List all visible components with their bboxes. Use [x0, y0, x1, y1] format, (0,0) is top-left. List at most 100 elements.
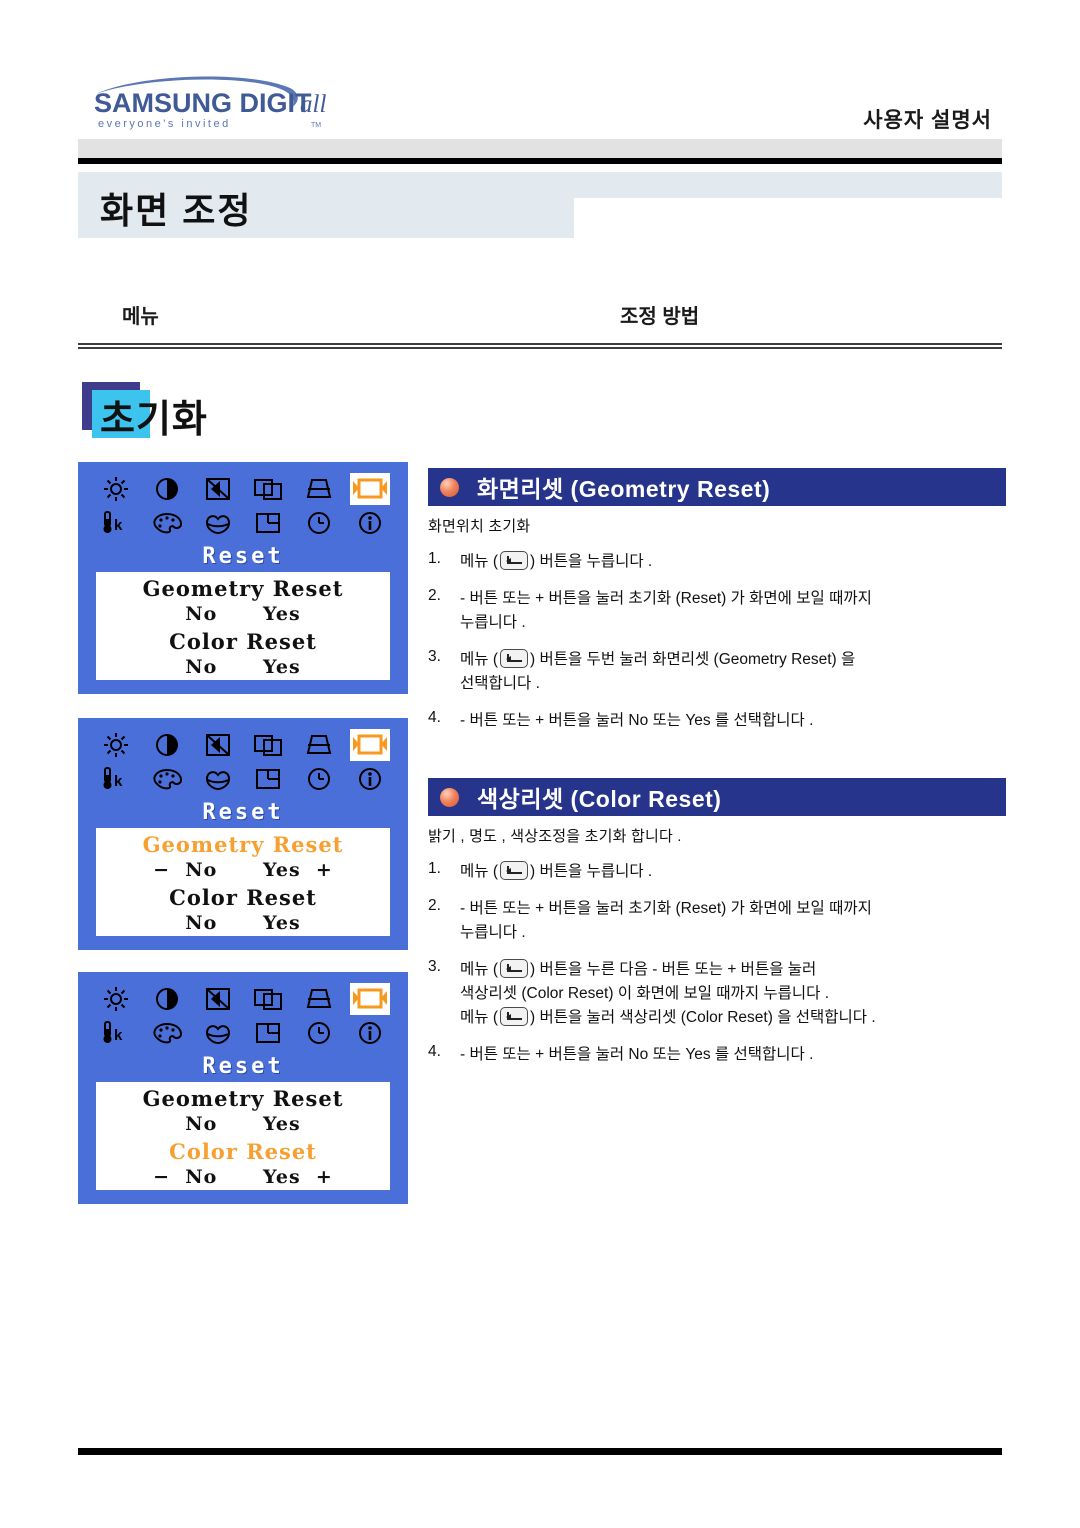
feature-title: 색상리셋 (Color Reset): [477, 786, 722, 812]
osd-screenshot-color-reset-selected: k Reset Geometry Reset No Yes Color Rese…: [78, 972, 408, 1204]
menu-enter-key-icon: [500, 861, 528, 880]
step-text: - 버튼 또는 + 버튼을 눌러 초기화 (Reset) 가 화면에 보일 때까…: [460, 897, 872, 945]
palette-icon: [147, 763, 187, 795]
step-line: 누릅니다 .: [460, 614, 526, 632]
step-text-part: 메뉴 (: [460, 961, 498, 979]
step-item: 3. 메뉴 () 버튼을 누른 다음 - 버튼 또는 + 버튼을 눌러 색상리셋…: [428, 958, 1006, 1030]
step-item: 1. 메뉴 () 버튼을 누릅니다 .: [428, 860, 1006, 884]
step-number: 2.: [428, 897, 441, 915]
reset-icon: [349, 983, 390, 1015]
column-header-menu: 메뉴: [122, 306, 159, 328]
osd-options-color: − No Yes +: [153, 1166, 333, 1188]
osd-panel: Geometry Reset No Yes Color Reset No Yes: [96, 572, 390, 680]
osd-icon-row-1: [96, 982, 390, 1016]
svg-text:TM: TM: [311, 122, 321, 129]
osd-icon-grid: k: [96, 728, 390, 796]
logo-artwork: SAMSUNG DIGIT all everyone's invited TM: [94, 76, 326, 130]
osd-screenshot-reset-menu-default: k Reset Geometry Reset No Yes Color Rese…: [78, 462, 408, 694]
image-size-icon: [248, 763, 288, 795]
menu-enter-key-icon: [500, 551, 528, 570]
svg-text:k: k: [114, 517, 123, 534]
osd-item-color-reset: Color Reset: [169, 629, 317, 654]
osd-menu-title: Reset: [202, 800, 284, 825]
gamma-icon: [198, 1017, 238, 1049]
feature-title-bar: 색상리셋 (Color Reset): [428, 778, 1006, 816]
menu-enter-key-icon: [500, 1007, 528, 1027]
reset-icon: [349, 473, 390, 505]
svg-text:k: k: [114, 1027, 123, 1044]
svg-text:all: all: [300, 91, 326, 118]
osd-icon-row-2: k: [96, 1016, 390, 1050]
contrast-icon: [147, 983, 187, 1015]
position-icon: [248, 729, 288, 761]
section-heading-label: 초기화: [100, 399, 208, 441]
palette-icon: [147, 507, 187, 539]
step-text-part: ) 버튼을 누른 다음 - 버튼 또는 + 버튼을 눌러: [530, 961, 817, 979]
step-item: 4. - 버튼 또는 + 버튼을 눌러 No 또는 Yes 를 선택합니다 .: [428, 1043, 1006, 1067]
rule-line-2: [78, 347, 1002, 349]
osd-timer-icon: [299, 507, 339, 539]
osd-panel: Geometry Reset − No Yes + Color Reset No…: [96, 828, 390, 936]
step-text: 메뉴 ( ) 버튼을 누른 다음 - 버튼 또는 + 버튼을 눌러 색상리셋 (C…: [460, 958, 876, 1030]
steps-list: 1. 메뉴 () 버튼을 누릅니다 . 2. - 버튼 또는 + 버튼을 눌러 …: [428, 860, 1006, 1067]
feature-color-reset: 색상리셋 (Color Reset) 밝기 , 명도 , 색상조정을 초기화 합…: [428, 778, 1006, 1080]
step-line: - 버튼 또는 + 버튼을 눌러 No 또는 Yes 를 선택합니다 .: [460, 1046, 814, 1064]
osd-icon-row-2: k: [96, 762, 390, 796]
step-number: 3.: [428, 648, 441, 666]
step-line: 색상리셋 (Color Reset) 이 화면에 보일 때까지 누릅니다 .: [460, 985, 830, 1003]
feature-geometry-reset: 화면리셋 (Geometry Reset) 화면위치 초기화 1. 메뉴 () …: [428, 468, 1006, 746]
step-text-part: ) 버튼을 누릅니다 .: [530, 863, 653, 880]
manual-title: 사용자 설명서: [863, 109, 992, 132]
step-number: 4.: [428, 709, 441, 727]
osd-screenshot-geometry-reset-selected: k Reset Geometry Reset − No Yes + Color …: [78, 718, 408, 950]
step-item: 2. - 버튼 또는 + 버튼을 눌러 초기화 (Reset) 가 화면에 보일…: [428, 587, 1006, 635]
brightness-icon: [96, 473, 136, 505]
gamma-icon: [198, 507, 238, 539]
header-gray-band: [78, 139, 1002, 158]
osd-item-color-reset: Color Reset: [169, 1139, 317, 1164]
step-number: 4.: [428, 1043, 441, 1061]
gamma-icon: [198, 763, 238, 795]
trapezoid-icon: [299, 729, 339, 761]
osd-timer-icon: [299, 763, 339, 795]
osd-icon-grid: k: [96, 472, 390, 540]
reset-icon: [349, 729, 390, 761]
osd-icon-row-1: [96, 472, 390, 506]
palette-icon: [147, 1017, 187, 1049]
column-header-rule: [78, 343, 1002, 351]
osd-menu-title: Reset: [202, 544, 284, 569]
samsung-digitall-logo: SAMSUNG DIGIT all everyone's invited TM: [78, 72, 378, 132]
footer-black-rule: [78, 1448, 1002, 1455]
feature-subtitle: 밝기 , 명도 , 색상조정을 초기화 합니다 .: [428, 828, 682, 845]
step-text: - 버튼 또는 + 버튼을 눌러 No 또는 Yes 를 선택합니다 .: [460, 709, 813, 733]
osd-item-color-reset: Color Reset: [169, 885, 317, 910]
step-line: 메뉴 ( ) 버튼을 두번 눌러 화면리셋 (Geometry Reset) 을: [460, 649, 856, 669]
feature-subtitle: 화면위치 초기화: [428, 518, 531, 535]
osd-options-geometry: No Yes: [185, 603, 301, 625]
osd-timer-icon: [299, 1017, 339, 1049]
step-number: 2.: [428, 587, 441, 605]
osd-options-geometry: − No Yes +: [153, 859, 333, 881]
step-text: 메뉴 ( ) 버튼을 누릅니다 .: [460, 860, 652, 884]
contrast-icon: [147, 729, 187, 761]
brightness-icon: [96, 983, 136, 1015]
position-icon: [248, 473, 288, 505]
position-icon: [248, 983, 288, 1015]
osd-item-geometry-reset: Geometry Reset: [142, 576, 344, 601]
osd-item-geometry-reset: Geometry Reset: [142, 832, 344, 857]
step-line: - 버튼 또는 + 버튼을 눌러 초기화 (Reset) 가 화면에 보일 때까…: [460, 590, 872, 608]
step-text-part: ) 버튼을 누릅니다 .: [530, 553, 653, 570]
steps-list: 1. 메뉴 ( ) 버튼을 누릅니다 . 2. - 버튼 또는 + 버튼을 눌러 …: [428, 550, 1006, 733]
color-temperature-icon: k: [96, 507, 136, 539]
step-text-part: 메뉴 (: [460, 863, 498, 880]
information-icon: [350, 763, 390, 795]
image-size-icon: [248, 1017, 288, 1049]
trapezoid-icon: [299, 473, 339, 505]
step-text-part: 메뉴 (: [460, 553, 498, 570]
step-text-part: 메뉴 (: [460, 651, 498, 669]
osd-options-color: No Yes: [185, 912, 301, 934]
step-number: 1.: [428, 550, 441, 567]
menu-enter-key-icon: [500, 649, 528, 669]
step-text-part: ) 버튼을 두번 눌러 화면리셋 (Geometry Reset) 을: [530, 651, 856, 669]
osd-icon-row-2: k: [96, 506, 390, 540]
